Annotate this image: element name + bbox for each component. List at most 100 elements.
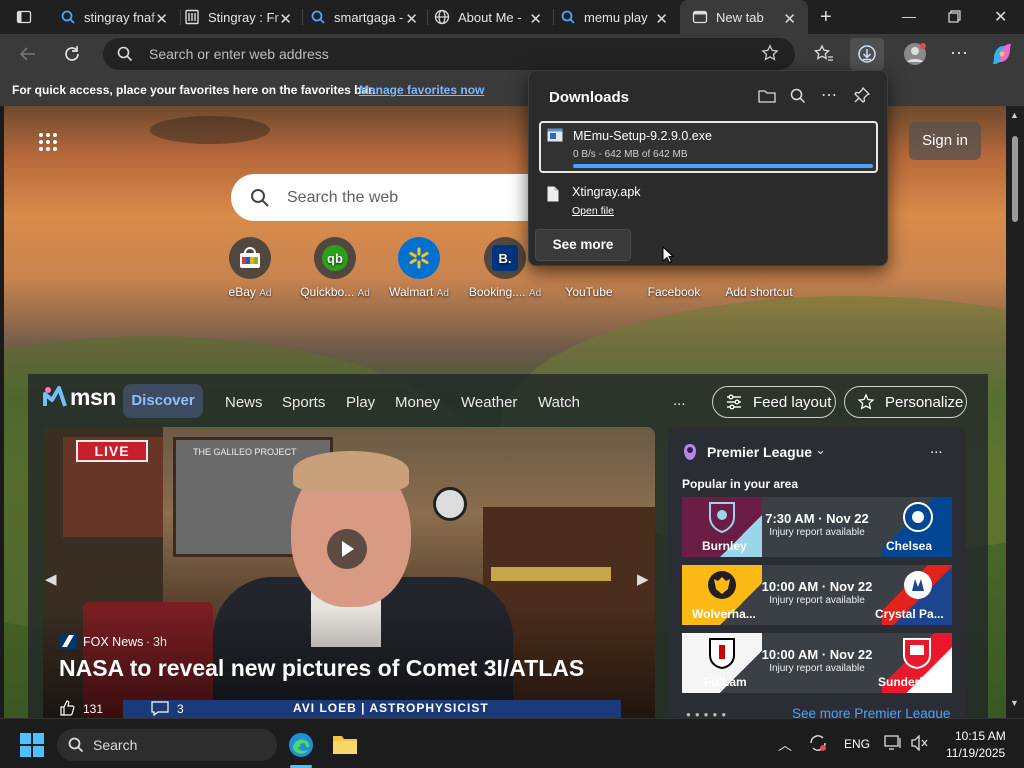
close-tab-icon[interactable]: ✕ (529, 10, 542, 28)
premier-league-logo-icon (682, 443, 698, 461)
tab-watch[interactable]: Watch (538, 394, 580, 411)
tab-actions-icon[interactable] (16, 9, 32, 25)
svg-text:qb: qb (327, 251, 343, 266)
open-folder-icon[interactable] (758, 88, 776, 104)
quick-link-quickbooks[interactable]: qb Quickbo... Ad (292, 237, 378, 299)
hero-story[interactable]: THE GALILEO PROJECT LIVE ◀ ▶ FOX News · … (43, 427, 655, 718)
carousel-prev-icon[interactable]: ◀ (45, 570, 57, 588)
language-indicator[interactable]: ENG (844, 737, 870, 751)
pin-icon[interactable] (854, 87, 870, 103)
quick-link-ebay[interactable]: eBay Ad (207, 237, 293, 299)
page-scrollbar[interactable]: ▲ ▼ (1006, 106, 1024, 718)
clock-time[interactable]: 10:15 AM (955, 729, 1006, 743)
minimize-icon[interactable]: — (902, 8, 916, 24)
like-icon[interactable] (59, 700, 75, 716)
address-input[interactable] (149, 45, 709, 63)
see-more-downloads-button[interactable]: See more (535, 229, 631, 261)
display-icon[interactable] (884, 735, 902, 751)
new-tab-plus-icon[interactable]: + (820, 7, 832, 27)
play-button[interactable] (327, 529, 367, 569)
tab-weather[interactable]: Weather (461, 394, 517, 411)
address-bar[interactable] (103, 38, 795, 70)
live-badge: LIVE (76, 440, 148, 462)
tab-new-tab[interactable]: New tab ✕ (680, 0, 808, 34)
away-team: Crystal Pa... (875, 607, 944, 621)
settings-more-icon[interactable]: ⋯ (950, 43, 969, 64)
open-file-link[interactable]: Open file (572, 205, 614, 217)
web-search-box[interactable]: Search the web (231, 174, 551, 221)
sync-icon[interactable] (808, 733, 828, 753)
walmart-icon (398, 237, 440, 279)
carousel-next-icon[interactable]: ▶ (637, 570, 649, 588)
download-item-memu[interactable]: MEmu-Setup-9.2.9.0.exe 0 B/s - 642 MB of… (539, 121, 878, 173)
tab-discover[interactable]: Discover (123, 384, 203, 418)
personalize-button[interactable]: Personalize (844, 386, 967, 418)
volume-muted-icon[interactable] (911, 735, 929, 751)
sign-in-button[interactable]: Sign in (909, 122, 981, 160)
like-count: 131 (83, 702, 104, 716)
comment-icon[interactable] (151, 700, 169, 716)
downloads-button[interactable] (850, 38, 884, 70)
hero-age: 3h (153, 635, 167, 649)
nav-more-button[interactable]: ... (673, 392, 686, 409)
crystal-palace-crest-icon (902, 569, 934, 601)
match-card[interactable]: 10:00 AM · Nov 22 Injury report availabl… (682, 565, 952, 625)
file-explorer-icon[interactable] (332, 732, 358, 756)
windows-start-icon[interactable] (20, 733, 44, 757)
tab-title: Stingray : Fr (208, 9, 279, 25)
tab-news[interactable]: News (225, 394, 263, 411)
tab-strip: stingray fnaf ✕ Stingray : Fr ✕ smartgag… (0, 0, 1024, 34)
chevron-down-icon[interactable]: ⌄ (815, 442, 826, 458)
back-icon[interactable] (18, 44, 38, 64)
sunderland-crest-icon (902, 637, 932, 669)
close-tab-icon[interactable]: ✕ (279, 10, 292, 28)
chevron-up-icon[interactable]: ︿ (778, 735, 792, 755)
tab-memu-play[interactable]: memu play ✕ (548, 0, 680, 34)
close-tab-icon[interactable]: ✕ (655, 10, 668, 28)
search-downloads-icon[interactable] (790, 88, 806, 104)
apps-grid-icon[interactable] (38, 132, 58, 152)
edge-taskbar-icon[interactable] (287, 731, 315, 759)
hero-source: FOX News (83, 635, 144, 649)
restore-icon[interactable] (948, 10, 961, 23)
match-card[interactable]: 7:30 AM · Nov 22 Injury report available… (682, 497, 952, 557)
ad-badge: Ad (357, 288, 370, 299)
tab-play[interactable]: Play (346, 394, 375, 411)
tab-about-me[interactable]: About Me - ✕ (422, 0, 554, 34)
scrollbar-thumb[interactable] (1012, 136, 1018, 222)
favorite-star-icon[interactable] (761, 44, 779, 62)
tab-title: smartgaga - (334, 9, 404, 25)
scroll-up-icon[interactable]: ▲ (1010, 110, 1019, 120)
msn-feed: msn Discover News Sports Play Money Weat… (28, 374, 988, 718)
see-more-premier-league-link[interactable]: See more Premier League (792, 706, 950, 718)
svg-text:B.: B. (499, 251, 512, 266)
close-tab-icon[interactable]: ✕ (155, 10, 168, 28)
tab-stingray-fnaf[interactable]: stingray fnaf ✕ (48, 0, 180, 34)
download-progress-bar (573, 164, 873, 168)
downloads-more-icon[interactable]: ⋯ (821, 85, 837, 105)
close-window-icon[interactable]: ✕ (994, 7, 1007, 27)
scroll-down-icon[interactable]: ▼ (1010, 698, 1019, 708)
copilot-icon[interactable] (990, 42, 1014, 66)
profile-avatar-icon[interactable] (903, 42, 927, 66)
tab-money[interactable]: Money (395, 394, 440, 411)
manage-favorites-link[interactable]: Manage favorites now (359, 83, 484, 97)
hero-headline[interactable]: NASA to reveal new pictures of Comet 3I/… (59, 655, 584, 682)
favorites-icon[interactable] (814, 44, 834, 64)
card-more-icon[interactable]: ... (930, 440, 943, 457)
close-tab-icon[interactable]: ✕ (783, 10, 796, 28)
close-tab-icon[interactable]: ✕ (405, 10, 418, 28)
quick-link-walmart[interactable]: Walmart Ad (376, 237, 462, 299)
play-icon (342, 541, 354, 557)
feed-layout-button[interactable]: Feed layout (712, 386, 836, 418)
pagination-dots[interactable]: ●●●●● (686, 710, 730, 718)
tab-stingray-fr[interactable]: Stingray : Fr ✕ (172, 0, 304, 34)
clock-date[interactable]: 11/19/2025 (946, 746, 1005, 760)
tab-smartgaga[interactable]: smartgaga - ✕ (298, 0, 430, 34)
refresh-icon[interactable] (62, 44, 82, 64)
tab-sports[interactable]: Sports (282, 394, 325, 411)
download-filename: MEmu-Setup-9.2.9.0.exe (573, 129, 712, 143)
taskbar-search[interactable]: Search (57, 729, 277, 761)
match-card[interactable]: 10:00 AM · Nov 22 Injury report availabl… (682, 633, 952, 693)
premier-league-title[interactable]: Premier League (707, 444, 812, 460)
